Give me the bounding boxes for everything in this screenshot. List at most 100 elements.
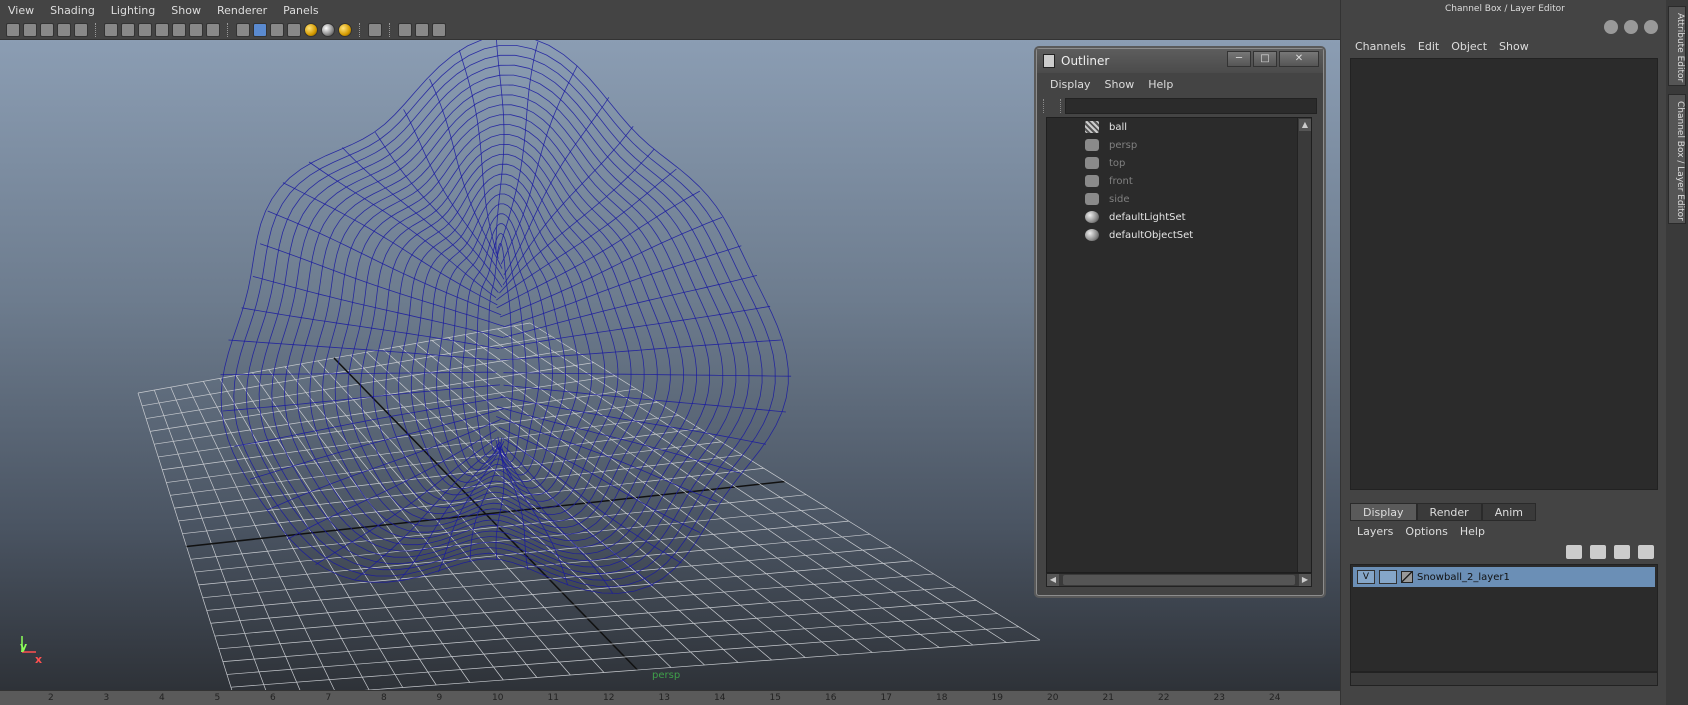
outliner-menu-show[interactable]: Show: [1098, 78, 1142, 91]
timeline-tick: 11: [547, 693, 559, 703]
cb-menu-edit[interactable]: Edit: [1412, 40, 1445, 53]
cb-menu-show[interactable]: Show: [1493, 40, 1535, 53]
move-layer-down-icon[interactable]: [1590, 545, 1606, 559]
move-layer-up-icon[interactable]: [1566, 545, 1582, 559]
maximize-button[interactable]: □: [1253, 51, 1277, 67]
menu-view[interactable]: View: [0, 4, 42, 17]
half-circle-icon[interactable]: [1624, 20, 1638, 34]
timeline-tick: 19: [991, 693, 1003, 703]
scroll-up-icon[interactable]: ▲: [1299, 119, 1311, 131]
outliner-item-label: side: [1109, 193, 1130, 205]
xray-icon[interactable]: [398, 22, 412, 37]
layer-playback-toggle[interactable]: [1379, 570, 1397, 584]
layer-editor-scrollbar[interactable]: [1350, 672, 1658, 686]
smooth-shade-icon[interactable]: [253, 22, 267, 37]
layer-visibility-toggle[interactable]: V: [1357, 570, 1375, 584]
pick-icon[interactable]: [1644, 20, 1658, 34]
layer-name: Snowball_2_layer1: [1417, 571, 1510, 583]
shadows-icon[interactable]: [321, 22, 335, 37]
timeline-tick: 13: [658, 693, 670, 703]
cb-menu-object[interactable]: Object: [1445, 40, 1493, 53]
outliner-menu-help[interactable]: Help: [1141, 78, 1180, 91]
outliner-item-label: ball: [1109, 121, 1128, 133]
camera-select-icon[interactable]: [6, 22, 20, 37]
minimize-button[interactable]: ─: [1227, 51, 1251, 67]
viewport-menubar: View Shading Lighting Show Renderer Panels: [0, 0, 1340, 20]
menu-panels[interactable]: Panels: [275, 4, 326, 17]
le-menu-options[interactable]: Options: [1399, 525, 1453, 538]
use-all-lights-icon[interactable]: [304, 22, 318, 37]
viewport-toolbar: [0, 20, 1340, 40]
axis-y-label: y: [20, 640, 28, 653]
safe-action-icon[interactable]: [189, 22, 203, 37]
textured-icon[interactable]: [287, 22, 301, 37]
menu-renderer[interactable]: Renderer: [209, 4, 275, 17]
xray-joints-icon[interactable]: [415, 22, 429, 37]
outliner-search-input[interactable]: [1065, 98, 1317, 114]
camera-attributes-icon[interactable]: [23, 22, 37, 37]
outliner-item[interactable]: defaultLightSet: [1047, 208, 1311, 226]
outliner-titlebar[interactable]: Outliner ─ □ ✕: [1037, 49, 1323, 73]
camera-icon: [1085, 157, 1099, 169]
outliner-horizontal-scrollbar[interactable]: ◀ ▶: [1046, 573, 1312, 587]
safe-title-icon[interactable]: [206, 22, 220, 37]
share-icon[interactable]: [432, 22, 446, 37]
timeline-tick: 5: [214, 693, 221, 703]
wireframe-icon[interactable]: [236, 22, 250, 37]
scroll-right-icon[interactable]: ▶: [1299, 574, 1311, 586]
time-slider[interactable]: 2 3 4 5 6 7 8 9 10 11 12 13 14 15 16 17 18 19 20 21 22 23 24: [0, 690, 1340, 705]
timeline-tick: 3: [103, 693, 110, 703]
outliner-item[interactable]: side: [1047, 190, 1311, 208]
outliner-menubar: Display Show Help: [1037, 73, 1323, 95]
toolbar-separator: [389, 22, 391, 37]
timeline-tick: 10: [492, 693, 504, 703]
create-layer-from-selection-icon[interactable]: [1638, 545, 1654, 559]
outliner-vertical-scrollbar[interactable]: ▲: [1297, 118, 1311, 572]
menu-show[interactable]: Show: [163, 4, 209, 17]
menu-lighting[interactable]: Lighting: [103, 4, 163, 17]
le-menu-layers[interactable]: Layers: [1351, 525, 1399, 538]
menu-shading[interactable]: Shading: [42, 4, 103, 17]
cb-menu-channels[interactable]: Channels: [1349, 40, 1412, 53]
tab-render[interactable]: Render: [1416, 503, 1482, 521]
tab-display[interactable]: Display: [1350, 503, 1417, 521]
image-plane-icon[interactable]: [57, 22, 71, 37]
isolate-select-icon[interactable]: [368, 22, 382, 37]
outliner-item[interactable]: defaultObjectSet: [1047, 226, 1311, 244]
bookmark-icon[interactable]: [40, 22, 54, 37]
close-button[interactable]: ✕: [1279, 51, 1319, 67]
scroll-thumb[interactable]: [1063, 575, 1295, 585]
grid-icon[interactable]: [104, 22, 118, 37]
set-icon: [1085, 211, 1099, 223]
outliner-item[interactable]: persp: [1047, 136, 1311, 154]
outliner-item[interactable]: top: [1047, 154, 1311, 172]
outliner-menu-display[interactable]: Display: [1043, 78, 1098, 91]
scroll-left-icon[interactable]: ◀: [1047, 574, 1059, 586]
timeline-tick: 4: [159, 693, 165, 703]
grip-icon: [1043, 99, 1061, 113]
two-d-pan-icon[interactable]: [74, 22, 88, 37]
film-gate-icon[interactable]: [121, 22, 135, 37]
side-tab-channel-box[interactable]: Channel Box / Layer Editor: [1668, 94, 1686, 224]
layer-row[interactable]: V Snowball_2_layer1: [1353, 567, 1655, 587]
high-quality-icon[interactable]: [338, 22, 352, 37]
gate-mask-icon[interactable]: [155, 22, 169, 37]
create-empty-layer-icon[interactable]: [1614, 545, 1630, 559]
field-chart-icon[interactable]: [172, 22, 186, 37]
side-tab-attribute-editor[interactable]: Attribute Editor: [1668, 6, 1686, 86]
layout-icon[interactable]: [1604, 20, 1618, 34]
timeline-tick: 18: [936, 693, 948, 703]
tab-anim[interactable]: Anim: [1481, 503, 1536, 521]
layer-color-swatch[interactable]: [1401, 571, 1413, 583]
axis-x-label: x: [35, 653, 43, 666]
outliner-item[interactable]: ball: [1047, 118, 1311, 136]
camera-icon: [1085, 193, 1099, 205]
channel-box-menubar: Channels Edit Object Show: [1349, 40, 1535, 53]
camera-icon: [1085, 175, 1099, 187]
outliner-item[interactable]: front: [1047, 172, 1311, 190]
resolution-gate-icon[interactable]: [138, 22, 152, 37]
perspective-viewport[interactable]: persp y x Outliner ─ □ ✕ Display Show He…: [0, 40, 1340, 690]
timeline-tick: 8: [381, 693, 387, 703]
wireframe-on-shaded-icon[interactable]: [270, 22, 284, 37]
le-menu-help[interactable]: Help: [1454, 525, 1491, 538]
